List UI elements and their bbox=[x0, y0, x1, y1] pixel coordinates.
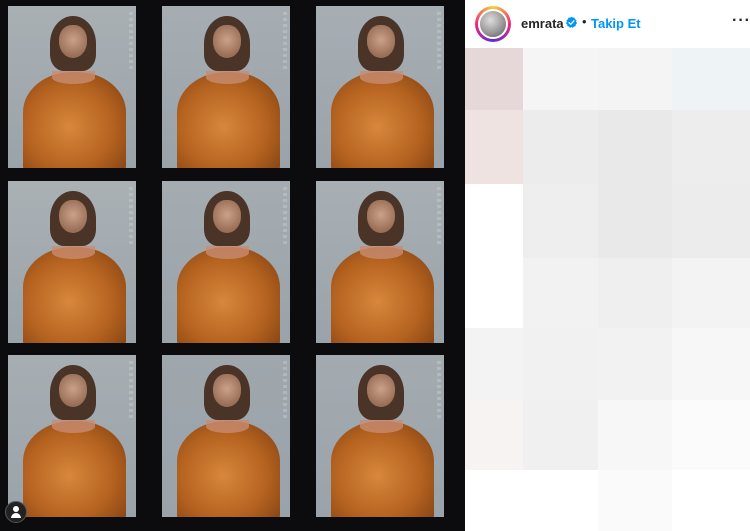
blurred-cell bbox=[523, 400, 598, 470]
blurred-cell bbox=[672, 48, 750, 110]
contact-sheet-frame bbox=[316, 6, 444, 168]
separator-dot: • bbox=[582, 14, 587, 29]
blurred-cell bbox=[523, 328, 598, 400]
blurred-cell bbox=[523, 184, 598, 258]
blurred-cell bbox=[465, 48, 523, 110]
blurred-cell bbox=[598, 400, 672, 470]
contact-sheet-frame bbox=[316, 181, 444, 343]
blurred-comments-area bbox=[465, 48, 750, 531]
blurred-cell bbox=[598, 470, 672, 531]
contact-sheet-frame bbox=[162, 355, 290, 517]
blurred-cell bbox=[523, 258, 598, 328]
blurred-cell bbox=[598, 258, 672, 328]
blurred-cell bbox=[523, 48, 598, 110]
more-options-icon[interactable]: ··· bbox=[732, 12, 750, 30]
blurred-cell bbox=[523, 110, 598, 184]
blurred-cell bbox=[465, 258, 523, 328]
blurred-cell bbox=[672, 258, 750, 328]
blurred-cell bbox=[672, 470, 750, 531]
blurred-cell bbox=[465, 400, 523, 470]
blurred-cell bbox=[465, 328, 523, 400]
contact-sheet-frame bbox=[316, 355, 444, 517]
verified-badge-icon bbox=[565, 16, 578, 28]
contact-sheet-frame bbox=[162, 6, 290, 168]
follow-button[interactable]: Takip Et bbox=[591, 16, 641, 31]
post-image[interactable] bbox=[0, 0, 465, 531]
username-link[interactable]: emrata bbox=[521, 16, 564, 31]
blurred-cell bbox=[465, 110, 523, 184]
blurred-cell bbox=[598, 184, 672, 258]
blurred-cell bbox=[465, 470, 523, 531]
avatar[interactable] bbox=[475, 6, 511, 42]
blurred-cell bbox=[598, 328, 672, 400]
blurred-cell bbox=[598, 110, 672, 184]
contact-sheet-frame bbox=[162, 181, 290, 343]
post-header: emrata • Takip Et ··· bbox=[465, 0, 750, 48]
contact-sheet-frame bbox=[8, 355, 136, 517]
contact-sheet-frame bbox=[8, 181, 136, 343]
contact-sheet-frame bbox=[8, 6, 136, 168]
blurred-cell bbox=[672, 400, 750, 470]
blurred-cell bbox=[523, 470, 598, 531]
blurred-cell bbox=[672, 184, 750, 258]
blurred-cell bbox=[465, 184, 523, 258]
user-tag-icon[interactable] bbox=[5, 501, 27, 523]
blurred-cell bbox=[672, 328, 750, 400]
blurred-cell bbox=[598, 48, 672, 110]
blurred-cell bbox=[672, 110, 750, 184]
